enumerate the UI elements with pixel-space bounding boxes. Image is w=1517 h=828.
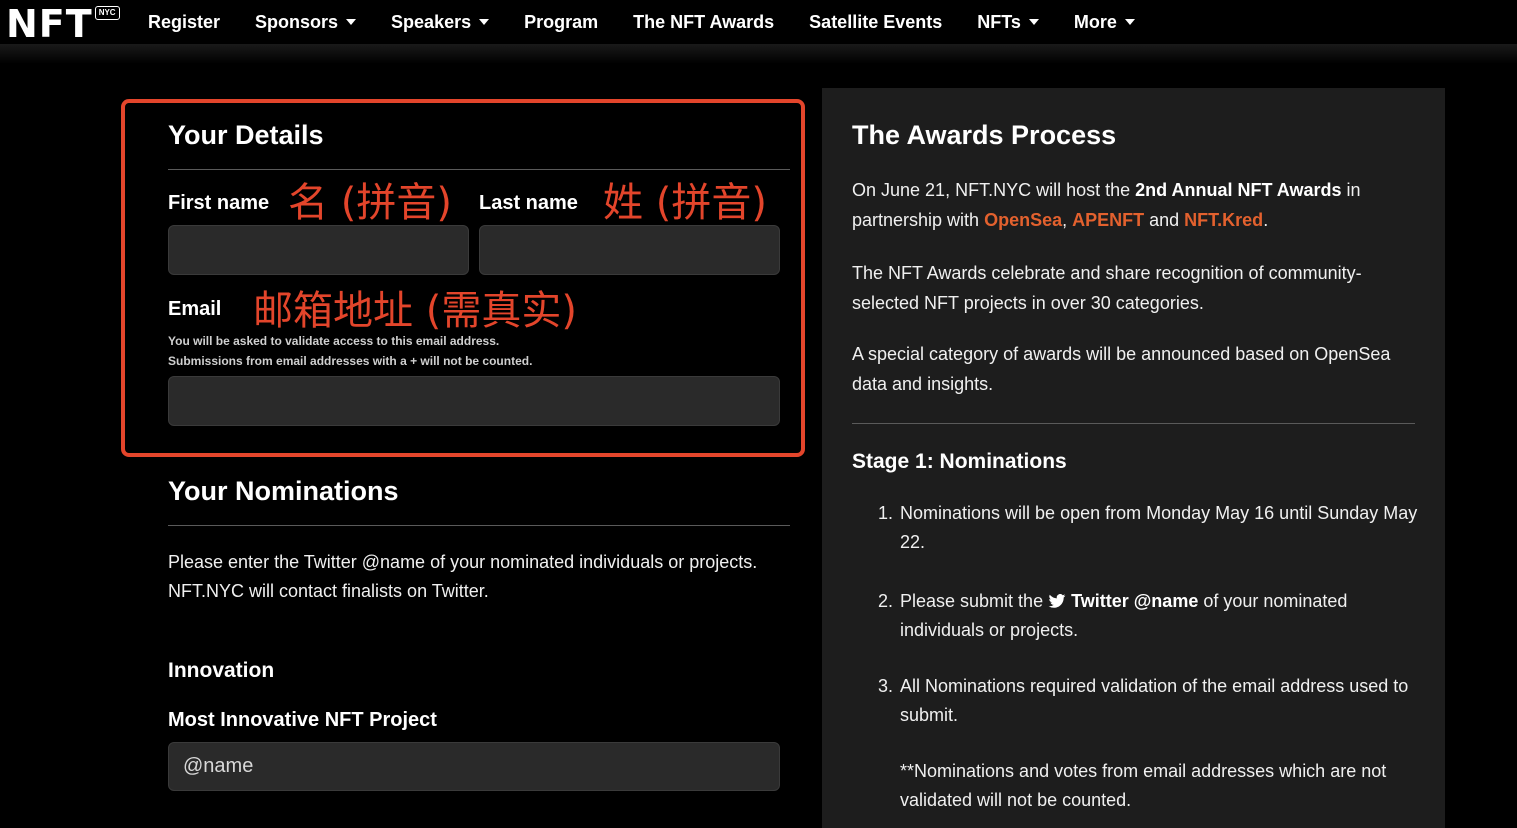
footnote-text: **Nominations and votes from email addre… xyxy=(900,761,1387,810)
nav-item-label: NFTs xyxy=(977,11,1021,32)
first-name-input[interactable] xyxy=(168,225,469,275)
nominations-intro-line-2: NFT.NYC will contact finalists on Twitte… xyxy=(168,581,489,601)
email-annotation: 邮箱地址 (需真实) xyxy=(253,288,577,334)
nav-item-nft-awards[interactable]: The NFT Awards xyxy=(633,12,774,33)
nav-menu: Register Sponsors Speakers Program The N… xyxy=(148,0,1170,44)
nft-nyc-logo[interactable]: NFT NYC xyxy=(6,2,120,46)
stage-1-title: Stage 1: Nominations xyxy=(852,450,1067,473)
awards-divider xyxy=(852,423,1415,424)
last-name-input[interactable] xyxy=(479,225,780,275)
step-number: 2. xyxy=(878,591,894,611)
email-note-validate: You will be asked to validate access to … xyxy=(168,334,500,348)
most-innovative-input[interactable] xyxy=(168,742,780,791)
step-text: All Nominations required validation of t… xyxy=(900,676,1409,725)
nav-item-label: More xyxy=(1073,11,1117,32)
logo-badge: NYC xyxy=(94,6,120,20)
awards-title: The Awards Process xyxy=(852,120,1117,150)
awards-intro-text: and xyxy=(1144,210,1185,230)
nav-item-label: Satellite Events xyxy=(809,11,943,32)
nav-shadow xyxy=(0,44,1517,64)
awards-special-category: A special category of awards will be ann… xyxy=(852,344,1391,394)
last-name-label: Last name xyxy=(479,192,578,214)
last-name-annotation: 姓 (拼音) xyxy=(603,180,767,226)
partner-link-opensea[interactable]: OpenSea xyxy=(984,210,1062,230)
details-title: Your Details xyxy=(168,120,324,150)
step-1: 1. Nominations will be open from Monday … xyxy=(878,499,1420,557)
nominations-intro: Please enter the Twitter @name of your n… xyxy=(168,548,798,606)
email-note-plus: Submissions from email addresses with a … xyxy=(168,354,533,368)
nav-item-speakers[interactable]: Speakers xyxy=(391,11,490,33)
nominations-title: Your Nominations xyxy=(168,476,399,506)
nav-item-register[interactable]: Register xyxy=(148,12,220,33)
nominations-divider xyxy=(168,525,790,526)
email-input[interactable] xyxy=(168,376,780,426)
category-innovation: Innovation xyxy=(168,659,275,682)
nav-item-label: The NFT Awards xyxy=(633,11,775,32)
first-name-label: First name xyxy=(168,192,270,214)
nav-item-label: Program xyxy=(524,11,599,32)
nav-item-label: Sponsors xyxy=(255,11,339,32)
caret-down-icon xyxy=(1124,19,1135,25)
top-nav: NFT NYC Register Sponsors Speakers Progr… xyxy=(0,0,1517,50)
awards-intro-text: , xyxy=(1062,210,1073,230)
step-bold-text: Twitter @name xyxy=(1071,591,1199,611)
nav-item-label: Register xyxy=(148,11,221,32)
awards-intro: On June 21, NFT.NYC will host the 2nd An… xyxy=(852,175,1412,235)
step-text: Please submit the xyxy=(900,591,1049,611)
step-text: Nominations will be open from Monday May… xyxy=(900,503,1418,552)
first-name-annotation: 名 (拼音) xyxy=(288,180,452,226)
twitter-bird-icon xyxy=(1048,594,1066,608)
most-innovative-label: Most Innovative NFT Project xyxy=(168,709,437,731)
nominations-intro-line-1: Please enter the Twitter @name of your n… xyxy=(168,552,758,572)
awards-intro-bold: 2nd Annual NFT Awards xyxy=(1135,180,1342,200)
nav-item-sponsors[interactable]: Sponsors xyxy=(255,11,357,33)
caret-down-icon xyxy=(346,19,357,25)
nav-item-program[interactable]: Program xyxy=(524,12,598,33)
email-label: Email xyxy=(168,298,222,320)
nav-item-more[interactable]: More xyxy=(1074,12,1135,33)
nav-item-label: Speakers xyxy=(391,11,472,32)
step-number: 3. xyxy=(878,676,894,696)
awards-intro-text: On June 21, NFT.NYC will host the xyxy=(852,180,1136,200)
partner-link-apenft[interactable]: APENFT xyxy=(1072,210,1144,230)
step-3: 3. All Nominations required validation o… xyxy=(878,672,1420,730)
awards-intro-text: . xyxy=(1263,210,1269,230)
partner-link-nftkred[interactable]: NFT.Kred xyxy=(1184,210,1263,230)
logo-text: NFT xyxy=(6,2,93,46)
nav-item-satellite-events[interactable]: Satellite Events xyxy=(809,12,942,33)
awards-description: The NFT Awards celebrate and share recog… xyxy=(852,263,1362,313)
details-divider xyxy=(168,169,790,170)
caret-down-icon xyxy=(1028,19,1039,25)
step-2: 2. Please submit the Twitter @name of yo… xyxy=(878,587,1420,645)
caret-down-icon xyxy=(479,19,490,25)
step-footnote: **Nominations and votes from email addre… xyxy=(900,757,1420,815)
step-number: 1. xyxy=(878,503,894,523)
nav-item-nfts[interactable]: NFTs xyxy=(977,12,1039,33)
